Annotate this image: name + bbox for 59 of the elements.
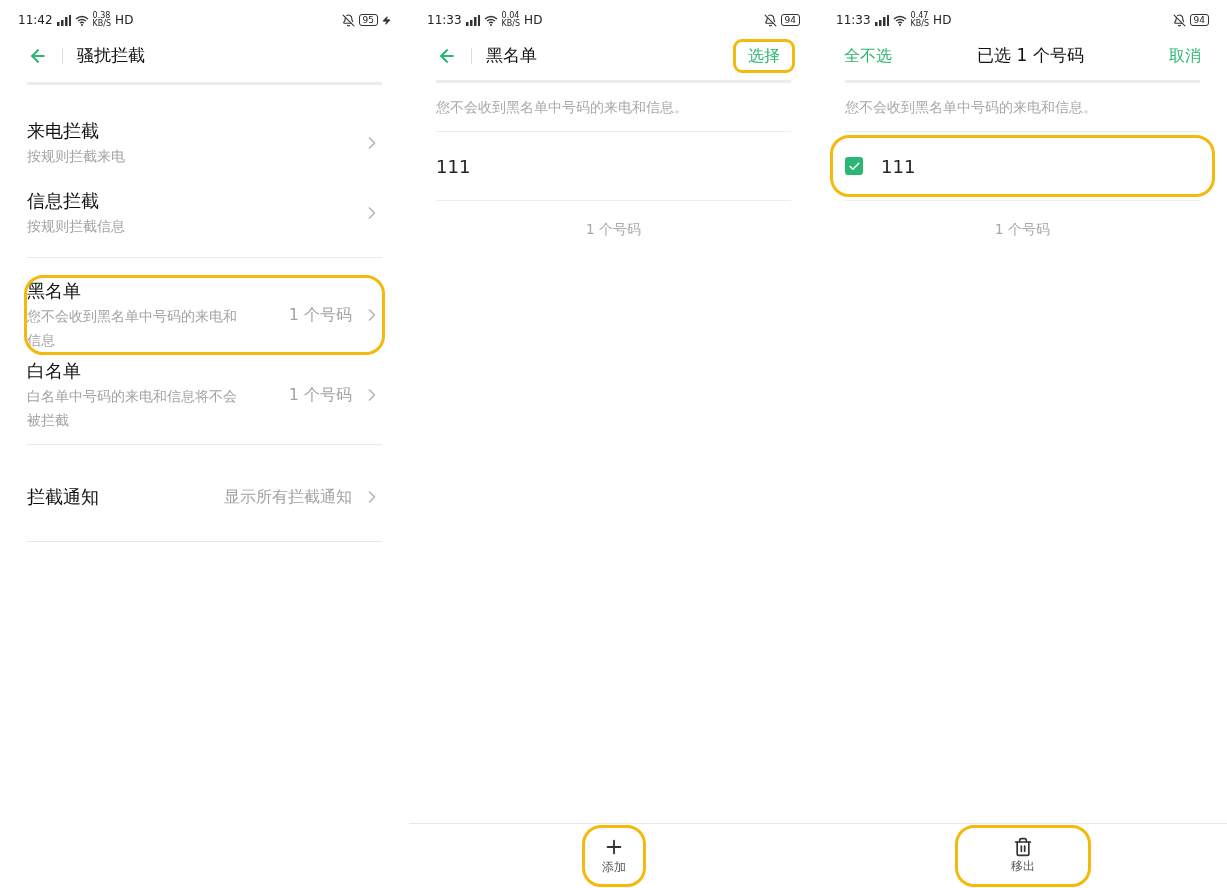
trash-icon [1012, 837, 1033, 857]
row-subtitle: 您不会收到黑名单中号码的来电和信息 [27, 307, 238, 350]
row-value: 显示所有拦截通知 [224, 486, 352, 508]
row-title: 黑名单 [27, 279, 82, 303]
wifi-icon [892, 14, 907, 26]
row-title: 来电拦截 [27, 119, 100, 143]
settings-row[interactable]: 拦截通知 显示所有拦截通知 [27, 465, 382, 529]
signal-icon [56, 14, 71, 26]
hint-text: 您不会收到黑名单中号码的来电和信息。 [845, 99, 1097, 115]
number-row[interactable]: 111 [833, 138, 1212, 194]
check-icon [847, 159, 861, 173]
hint-text: 您不会收到黑名单中号码的来电和信息。 [436, 99, 688, 115]
page-title: 黑名单 [486, 44, 538, 68]
row-subtitle: 按规则拦截来电 [27, 147, 126, 166]
phone-number: 111 [436, 154, 471, 179]
network-type: HD [115, 12, 134, 29]
signal-icon [465, 14, 480, 26]
battery-level: 94 [1189, 14, 1209, 26]
status-time: 11:33 [427, 12, 462, 29]
back-icon[interactable] [437, 46, 457, 66]
phone-number: 111 [881, 154, 916, 179]
speed-unit: KB/S [501, 20, 521, 28]
row-value: 1 个号码 [288, 304, 352, 326]
page-title: 骚扰拦截 [77, 44, 145, 68]
row-title: 拦截通知 [27, 485, 100, 509]
network-speed: 0.38 [92, 12, 112, 20]
speed-unit: KB/S [910, 20, 930, 28]
status-time: 11:42 [18, 12, 53, 29]
network-speed: 0.47 [910, 12, 930, 20]
row-title: 信息拦截 [27, 189, 100, 213]
row-value: 1 个号码 [288, 384, 352, 406]
network-type: HD [524, 12, 543, 29]
wifi-icon [483, 14, 498, 26]
network-type: HD [933, 12, 952, 29]
checkbox[interactable] [845, 157, 863, 175]
row-title: 白名单 [27, 359, 82, 383]
bottom-action-button[interactable]: 添加 [584, 828, 643, 884]
wifi-icon [74, 14, 89, 26]
row-subtitle: 按规则拦截信息 [27, 217, 126, 236]
settings-row[interactable]: 信息拦截 按规则拦截信息 [27, 181, 382, 245]
bottom-action-button[interactable]: 移出 [957, 828, 1088, 884]
network-speed: 0.04 [501, 12, 521, 20]
settings-row[interactable]: 来电拦截 按规则拦截来电 [27, 111, 382, 175]
back-icon[interactable] [28, 46, 48, 66]
mute-icon [1172, 13, 1186, 27]
signal-icon [874, 14, 889, 26]
number-row[interactable]: 111 [436, 138, 791, 194]
page-title: 已选 1 个号码 [977, 44, 1084, 68]
settings-row[interactable]: 白名单 白名单中号码的来电和信息将不会被拦截 1 个号码 [27, 358, 382, 432]
speed-unit: KB/S [92, 20, 112, 28]
mute-icon [763, 13, 777, 27]
row-subtitle: 白名单中号码的来电和信息将不会被拦截 [27, 387, 238, 430]
number-count: 1 个号码 [994, 220, 1051, 239]
settings-row[interactable]: 黑名单 您不会收到黑名单中号码的来电和信息 1 个号码 [27, 278, 382, 352]
number-count: 1 个号码 [585, 220, 642, 239]
mute-icon [341, 13, 355, 27]
status-time: 11:33 [836, 12, 871, 29]
battery-level: 95 [358, 14, 378, 26]
battery-level: 94 [780, 14, 800, 26]
